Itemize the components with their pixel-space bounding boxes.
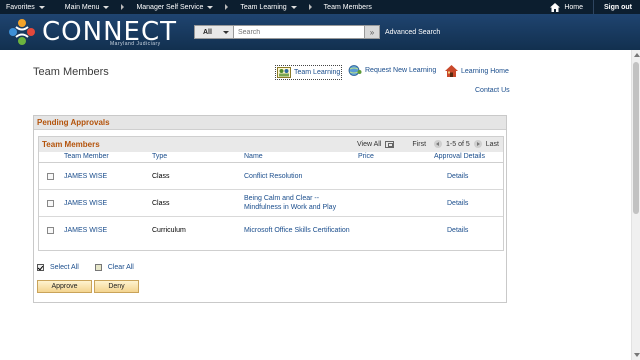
grid-navigation: View All First 1-5 of 5 Last bbox=[357, 140, 499, 148]
favorites-menu[interactable]: Favorites bbox=[0, 0, 51, 14]
pending-approvals-title: Pending Approvals bbox=[34, 116, 506, 130]
type-cell: Class bbox=[152, 200, 170, 207]
breadcrumb-separator-icon bbox=[225, 4, 229, 10]
type-cell: Curriculum bbox=[152, 227, 186, 234]
course-name-link[interactable]: Conflict Resolution bbox=[244, 173, 302, 180]
learning-home-label: Learning Home bbox=[461, 67, 509, 75]
approve-button[interactable]: Approve bbox=[37, 280, 92, 293]
col-type[interactable]: Type bbox=[152, 153, 167, 160]
select-all-checkbox[interactable] bbox=[37, 264, 44, 271]
search-input[interactable] bbox=[234, 25, 365, 39]
previous-page-icon[interactable] bbox=[434, 140, 443, 148]
search-bar: All » bbox=[194, 25, 380, 39]
grid-header: Team Members View All First 1-5 of 5 Las… bbox=[39, 137, 503, 152]
action-buttons: Approve Deny bbox=[37, 280, 141, 293]
column-headers: Team Member Type Name Price Approval Det… bbox=[39, 152, 503, 163]
table-row: JAMES WISE Class Conflict Resolution Det… bbox=[39, 163, 503, 190]
details-link[interactable]: Details bbox=[447, 173, 468, 180]
breadcrumb-manager-self-service[interactable]: Manager Self Service bbox=[130, 0, 219, 14]
course-name-link[interactable]: Being Calm and Clear -- bbox=[244, 195, 319, 202]
team-member-link[interactable]: JAMES WISE bbox=[64, 200, 107, 207]
search-go-button[interactable]: » bbox=[365, 25, 380, 39]
breadcrumb-separator-icon bbox=[121, 4, 125, 10]
team-learning-link-label: Team Learning bbox=[294, 69, 341, 76]
favorites-label: Favorites bbox=[6, 3, 35, 11]
row-range: 1-5 of 5 bbox=[446, 140, 470, 148]
breadcrumb-label: Team Learning bbox=[240, 3, 287, 11]
scroll-down-icon[interactable] bbox=[634, 353, 640, 357]
brand-subtitle: Maryland Judiciary bbox=[110, 41, 161, 47]
row-checkbox[interactable] bbox=[47, 227, 54, 234]
course-name-link[interactable]: Microsoft Office Skills Certification bbox=[244, 227, 350, 234]
chevron-down-icon bbox=[103, 5, 110, 9]
home-label: Home bbox=[564, 3, 583, 11]
main-menu-label: Main Menu bbox=[64, 3, 100, 11]
search-scope-select[interactable]: All bbox=[194, 25, 234, 39]
col-approval-details[interactable]: Approval Details bbox=[434, 153, 485, 160]
team-member-link[interactable]: JAMES WISE bbox=[64, 227, 107, 234]
breadcrumb-label: Team Members bbox=[323, 3, 372, 11]
breadcrumb-team-learning[interactable]: Team Learning bbox=[234, 0, 302, 14]
clear-all-link[interactable]: Clear All bbox=[108, 264, 134, 271]
team-learning-icon bbox=[277, 67, 291, 78]
scroll-thumb[interactable] bbox=[633, 62, 639, 214]
double-chevron-right-icon: » bbox=[369, 27, 375, 37]
globe-people-icon bbox=[348, 65, 362, 76]
row-checkbox[interactable] bbox=[47, 173, 54, 180]
table-row: JAMES WISE Curriculum Microsoft Office S… bbox=[39, 217, 503, 244]
type-cell: Class bbox=[152, 173, 170, 180]
advanced-search-link[interactable]: Advanced Search bbox=[385, 29, 440, 36]
learning-home-link-wrap: Learning Home bbox=[445, 65, 509, 77]
next-page-icon[interactable] bbox=[473, 140, 482, 148]
page-title: Team Members bbox=[33, 66, 109, 78]
table-row: JAMES WISE Class Being Calm and Clear --… bbox=[39, 190, 503, 217]
sign-out-label: Sign out bbox=[604, 3, 632, 11]
details-link[interactable]: Details bbox=[447, 200, 468, 207]
deny-button[interactable]: Deny bbox=[94, 280, 139, 293]
course-name-link-line2[interactable]: Mindfulness in Work and Play bbox=[244, 204, 336, 211]
request-new-learning-link-wrap: Request New Learning bbox=[348, 65, 436, 76]
sign-out-link[interactable]: Sign out bbox=[593, 0, 640, 14]
home-icon bbox=[550, 2, 561, 12]
top-nav-bar: Favorites Main Menu Manager Self Service… bbox=[0, 0, 640, 14]
team-members-grid: Team Members View All First 1-5 of 5 Las… bbox=[38, 136, 504, 251]
chevron-down-icon bbox=[290, 5, 297, 9]
row-checkbox[interactable] bbox=[47, 200, 54, 207]
breadcrumb-label: Manager Self Service bbox=[136, 3, 204, 11]
home-link[interactable]: Home bbox=[540, 0, 593, 14]
view-all-link[interactable]: View All bbox=[357, 141, 381, 148]
chevron-down-icon bbox=[207, 5, 214, 9]
col-team-member[interactable]: Team Member bbox=[64, 153, 109, 160]
search-scope-value: All bbox=[203, 28, 212, 36]
pending-approvals-panel: Pending Approvals Team Members View All … bbox=[33, 115, 507, 303]
contact-us-link[interactable]: Contact Us bbox=[475, 87, 510, 94]
team-member-link[interactable]: JAMES WISE bbox=[64, 173, 107, 180]
team-learning-link-wrap: Team Learning bbox=[275, 65, 343, 80]
first-label: First bbox=[412, 140, 427, 148]
request-new-learning-link[interactable]: Request New Learning bbox=[348, 65, 436, 76]
details-link[interactable]: Details bbox=[447, 227, 468, 234]
last-label: Last bbox=[485, 140, 499, 148]
breadcrumb-team-members[interactable]: Team Members bbox=[318, 0, 378, 14]
scroll-up-icon[interactable] bbox=[634, 53, 640, 57]
top-nav-right: Home Sign out bbox=[540, 0, 640, 14]
col-price[interactable]: Price bbox=[358, 153, 374, 160]
selection-controls: Select All Clear All bbox=[37, 264, 134, 271]
main-menu[interactable]: Main Menu bbox=[51, 0, 116, 14]
request-new-learning-label: Request New Learning bbox=[365, 67, 437, 74]
chevron-down-icon bbox=[223, 31, 229, 34]
page: Favorites Main Menu Manager Self Service… bbox=[0, 0, 640, 360]
select-all-link[interactable]: Select All bbox=[50, 264, 79, 271]
grid-title: Team Members bbox=[42, 140, 100, 149]
zoom-grid-icon[interactable] bbox=[385, 140, 395, 148]
connect-logo-icon bbox=[9, 19, 35, 45]
chevron-down-icon bbox=[38, 5, 45, 9]
vertical-scrollbar[interactable] bbox=[631, 50, 640, 360]
col-name[interactable]: Name bbox=[244, 153, 263, 160]
team-learning-link[interactable]: Team Learning bbox=[275, 65, 343, 80]
learning-home-link[interactable]: Learning Home bbox=[445, 65, 509, 77]
clear-all-checkbox[interactable] bbox=[94, 264, 102, 271]
house-icon bbox=[445, 65, 458, 77]
breadcrumb-separator-icon bbox=[308, 4, 312, 10]
